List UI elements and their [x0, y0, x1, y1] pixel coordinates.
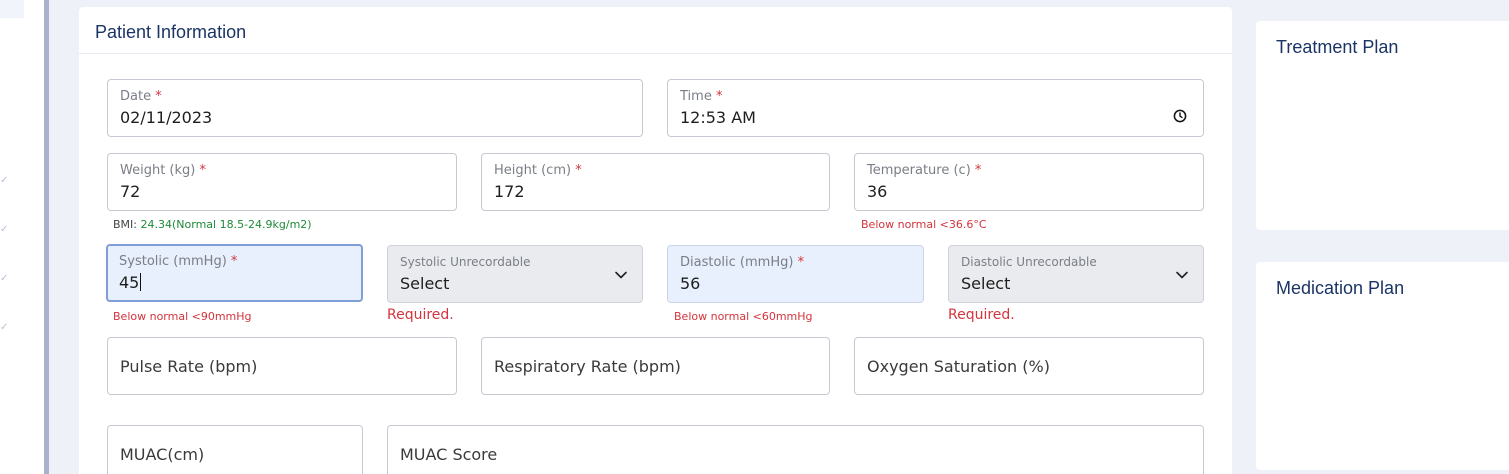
diastolic-unrecordable-select[interactable]: Diastolic Unrecordable Select — [948, 245, 1204, 303]
treatment-plan-title: Treatment Plan — [1276, 37, 1399, 57]
time-field[interactable]: Time * 12:53 AM — [667, 79, 1204, 137]
systolic-unrecordable-error: Required. — [387, 307, 454, 323]
weight-field[interactable]: Weight (kg) * 72 — [107, 153, 457, 211]
systolic-unrecordable-label: Systolic Unrecordable — [400, 255, 531, 269]
temperature-label: Temperature (c) * — [867, 163, 982, 178]
systolic-unrecordable-select[interactable]: Systolic Unrecordable Select — [387, 245, 643, 303]
muac-score-field[interactable]: MUAC Score — [387, 425, 1204, 474]
chevron-down-icon[interactable] — [1175, 268, 1189, 282]
date-label: Date * — [120, 89, 162, 104]
pulse-rate-field[interactable]: Pulse Rate (bpm) — [107, 337, 457, 395]
time-value: 12:53 AM — [680, 108, 756, 127]
chevron-down-icon[interactable] — [614, 268, 628, 282]
height-field[interactable]: Height (cm) * 172 — [481, 153, 830, 211]
sidebar-divider — [44, 0, 49, 474]
respiratory-rate-field[interactable]: Respiratory Rate (bpm) — [481, 337, 830, 395]
muac-score-placeholder: MUAC Score — [400, 445, 498, 464]
height-value: 172 — [494, 182, 525, 201]
check-icon: ✓ — [0, 224, 9, 235]
temperature-value: 36 — [867, 182, 888, 201]
medication-plan-card: Medication Plan — [1256, 262, 1509, 470]
height-label: Height (cm) * — [494, 163, 582, 178]
clock-icon[interactable] — [1173, 109, 1187, 123]
diastolic-unrecordable-label: Diastolic Unrecordable — [961, 255, 1097, 269]
oxygen-saturation-field[interactable]: Oxygen Saturation (%) — [854, 337, 1204, 395]
text-cursor — [140, 273, 142, 291]
systolic-field[interactable]: Systolic (mmHg) * 45 — [106, 244, 363, 302]
date-field[interactable]: Date * 02/11/2023 — [107, 79, 643, 137]
time-label: Time * — [680, 89, 723, 104]
systolic-value: 45 — [119, 273, 142, 292]
muac-placeholder: MUAC(cm) — [120, 445, 205, 464]
weight-value: 72 — [120, 182, 141, 201]
bmi-hint: BMI: 24.34(Normal 18.5-24.9kg/m2) — [113, 218, 312, 231]
patient-information-card: Patient Information Date * 02/11/2023 Ti… — [79, 7, 1232, 474]
treatment-plan-card: Treatment Plan — [1256, 21, 1509, 230]
date-value: 02/11/2023 — [120, 108, 213, 127]
diastolic-field[interactable]: Diastolic (mmHg) * 56 — [667, 245, 924, 303]
diastolic-label: Diastolic (mmHg) * — [680, 255, 805, 270]
diastolic-unrecordable-error: Required. — [948, 307, 1015, 323]
medication-plan-title: Medication Plan — [1276, 278, 1405, 298]
temperature-field[interactable]: Temperature (c) * 36 — [854, 153, 1204, 211]
weight-label: Weight (kg) * — [120, 163, 206, 178]
check-icon: ✓ — [0, 322, 9, 333]
card-title: Patient Information — [95, 22, 247, 42]
diastolic-unrecordable-value: Select — [961, 274, 1011, 293]
sidebar-top-item[interactable] — [0, 0, 24, 18]
pulse-rate-placeholder: Pulse Rate (bpm) — [120, 357, 258, 376]
card-header: Patient Information — [79, 7, 1232, 54]
check-icon: ✓ — [0, 273, 9, 284]
oxygen-saturation-placeholder: Oxygen Saturation (%) — [867, 357, 1050, 376]
systolic-unrecordable-value: Select — [400, 274, 450, 293]
check-icon: ✓ — [0, 175, 9, 186]
muac-field[interactable]: MUAC(cm) — [107, 425, 363, 474]
temperature-hint: Below normal <36.6°C — [861, 218, 987, 231]
systolic-label: Systolic (mmHg) * — [119, 254, 238, 269]
respiratory-rate-placeholder: Respiratory Rate (bpm) — [494, 357, 681, 376]
diastolic-hint: Below normal <60mmHg — [674, 310, 813, 323]
left-sidebar: ✓ ✓ ✓ ✓ — [0, 0, 44, 474]
diastolic-value: 56 — [680, 274, 701, 293]
systolic-hint: Below normal <90mmHg — [113, 310, 252, 323]
